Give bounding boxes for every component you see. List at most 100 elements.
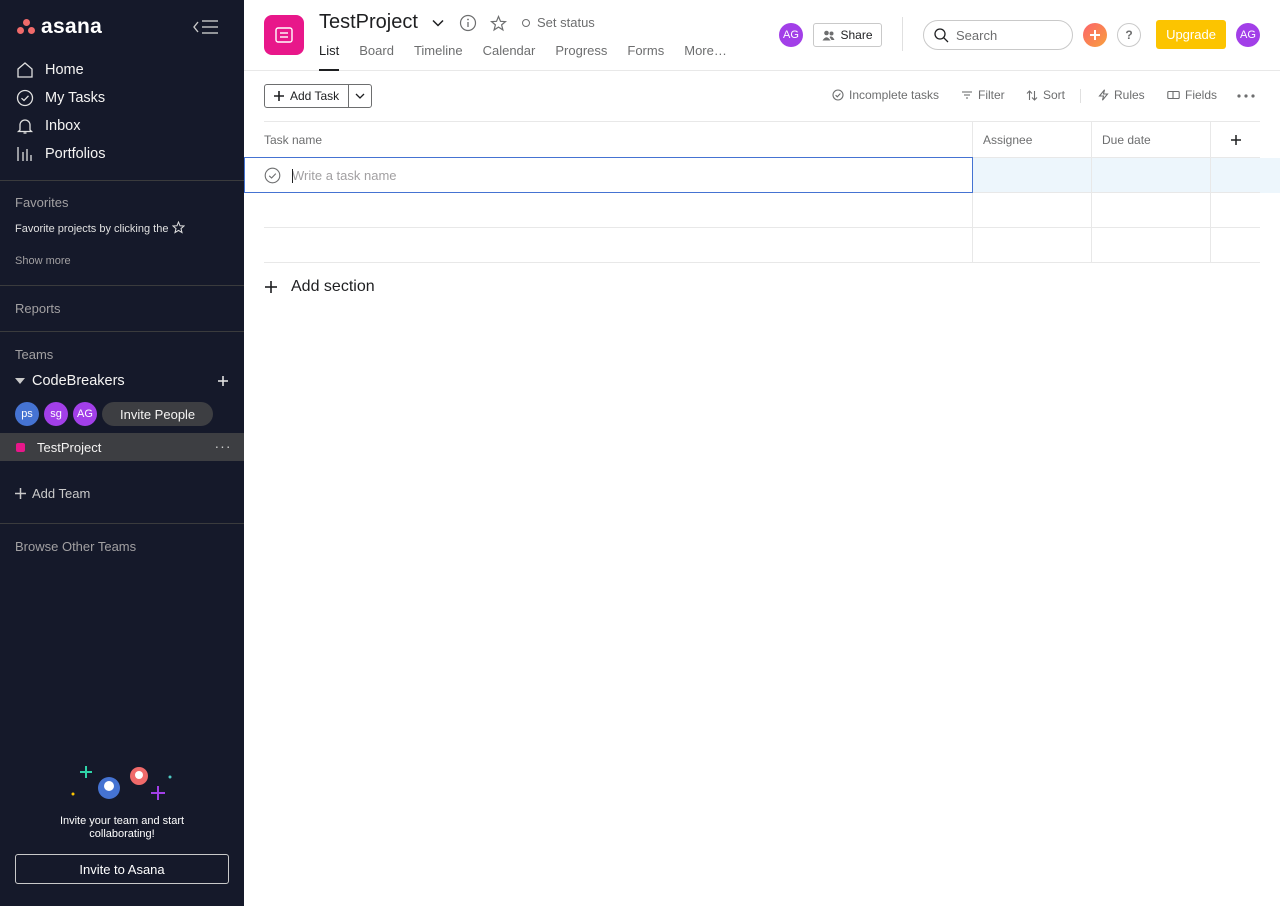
add-task-dropdown[interactable] <box>349 85 371 107</box>
share-button[interactable]: Share <box>813 23 882 47</box>
assignee-cell[interactable] <box>972 228 1091 262</box>
bar-chart-icon <box>16 145 34 163</box>
sidebar-item-testproject[interactable]: TestProject ··· <box>0 433 244 461</box>
view-tabs: List Board Timeline Calendar Progress Fo… <box>319 43 747 71</box>
sort-label: Sort <box>1043 88 1066 102</box>
project-list-icon[interactable] <box>264 15 304 55</box>
quick-add-button[interactable] <box>1083 23 1107 47</box>
tab-list[interactable]: List <box>319 43 340 71</box>
asana-logo[interactable]: asana <box>17 15 103 38</box>
browse-teams-link[interactable]: Browse Other Teams <box>15 539 136 554</box>
add-team-button[interactable]: Add Team <box>15 486 90 501</box>
add-task-split-button: Add Task <box>264 84 373 108</box>
header-divider <box>902 17 903 51</box>
table-row <box>264 228 1260 263</box>
asana-logo-icon <box>17 19 35 35</box>
sidebar-item-label: Inbox <box>45 118 81 134</box>
avatar[interactable]: sg <box>44 402 68 426</box>
list-toolbar: Add Task Incomplete tasks Filter Sort Ru… <box>244 71 1280 121</box>
sidebar-divider <box>0 523 244 524</box>
column-header-due-date[interactable]: Due date <box>1091 122 1210 158</box>
assignee-cell[interactable] <box>972 193 1091 227</box>
favorites-hint: Favorite projects by clicking the <box>15 220 186 237</box>
set-status-button[interactable]: Set status <box>522 15 595 30</box>
sidebar-nav: Home My Tasks Inbox Portfolios <box>0 56 244 168</box>
help-button[interactable]: ? <box>1117 23 1141 47</box>
due-date-cell[interactable] <box>1091 158 1210 192</box>
rules-button[interactable]: Rules <box>1098 88 1145 102</box>
page-title: TestProject <box>319 11 418 33</box>
share-label: Share <box>840 28 873 42</box>
filter-button[interactable]: Filter <box>961 88 1005 102</box>
project-name: TestProject <box>37 439 102 455</box>
info-icon[interactable] <box>459 14 477 32</box>
favorites-hint-text: Favorite projects by clicking the <box>15 223 169 235</box>
assignee-cell[interactable] <box>972 158 1091 192</box>
people-icon <box>822 30 835 40</box>
sidebar-item-inbox[interactable]: Inbox <box>0 112 244 140</box>
incomplete-tasks-label: Incomplete tasks <box>849 88 940 102</box>
fields-button[interactable]: Fields <box>1167 88 1217 102</box>
extra-cell <box>1210 158 1260 192</box>
toolbar-divider <box>1080 89 1081 103</box>
column-header-task-name[interactable]: Task name <box>264 122 973 158</box>
show-more-link[interactable]: Show more <box>15 255 71 267</box>
user-avatar[interactable]: AG <box>1236 23 1260 47</box>
invite-to-asana-button[interactable]: Invite to Asana <box>15 854 229 884</box>
chevron-down-icon <box>355 93 365 99</box>
add-column-button[interactable] <box>1210 122 1260 158</box>
tab-progress[interactable]: Progress <box>555 43 607 71</box>
sidebar-item-portfolios[interactable]: Portfolios <box>0 140 244 168</box>
sidebar-divider <box>0 285 244 286</box>
avatar[interactable]: AG <box>779 23 803 47</box>
teams-title: Teams <box>15 347 54 362</box>
add-task-button[interactable]: Add Task <box>265 85 350 107</box>
due-date-cell[interactable] <box>1091 193 1210 227</box>
add-section-button[interactable]: Add section <box>264 278 375 296</box>
tab-board[interactable]: Board <box>359 43 394 71</box>
search-placeholder: Search <box>956 27 998 43</box>
tab-forms[interactable]: Forms <box>627 43 664 71</box>
more-options-icon[interactable] <box>1234 87 1258 105</box>
task-name-input[interactable] <box>292 167 892 183</box>
more-options-icon[interactable]: ··· <box>214 437 232 455</box>
column-header-assignee[interactable]: Assignee <box>972 122 1091 158</box>
upgrade-button[interactable]: Upgrade <box>1156 20 1226 49</box>
invite-illustration <box>64 760 184 806</box>
fields-icon <box>1167 90 1180 100</box>
add-task-label: Add Task <box>290 89 340 103</box>
sidebar-item-home[interactable]: Home <box>0 56 244 84</box>
plus-icon <box>1090 30 1100 40</box>
sort-button[interactable]: Sort <box>1026 88 1065 102</box>
due-date-cell[interactable] <box>1091 228 1210 262</box>
search-icon <box>934 27 949 42</box>
complete-task-checkbox-icon[interactable] <box>264 167 281 184</box>
tab-more[interactable]: More… <box>684 43 727 71</box>
star-icon[interactable] <box>489 14 507 32</box>
set-status-label: Set status <box>537 15 595 30</box>
table-row <box>264 193 1260 228</box>
search-input[interactable]: Search <box>923 20 1073 50</box>
plus-icon <box>274 91 284 101</box>
avatar[interactable]: AG <box>73 402 97 426</box>
filter-icon <box>962 91 972 99</box>
sidebar: asana Home My Tasks Inbox Portfolios Fav… <box>0 0 244 906</box>
tab-timeline[interactable]: Timeline <box>414 43 463 71</box>
project-color-icon <box>16 442 25 452</box>
team-codebreakers[interactable]: CodeBreakers <box>15 372 231 390</box>
add-section-label: Add section <box>291 278 375 295</box>
check-circle-icon <box>832 89 844 101</box>
table-header: Task name Assignee Due date <box>264 121 1260 158</box>
bell-icon <box>16 117 34 135</box>
collapse-sidebar-icon[interactable] <box>192 16 220 38</box>
logo-text: asana <box>41 15 103 38</box>
invite-people-button[interactable]: Invite People <box>102 402 214 426</box>
avatar[interactable]: ps <box>15 402 39 426</box>
sidebar-item-reports[interactable]: Reports <box>15 301 61 316</box>
chevron-down-icon[interactable] <box>429 14 447 32</box>
add-project-icon[interactable] <box>215 373 231 389</box>
tab-calendar[interactable]: Calendar <box>483 43 536 71</box>
sidebar-item-my-tasks[interactable]: My Tasks <box>0 84 244 112</box>
caret-down-icon <box>15 378 25 384</box>
incomplete-tasks-button[interactable]: Incomplete tasks <box>832 88 939 102</box>
